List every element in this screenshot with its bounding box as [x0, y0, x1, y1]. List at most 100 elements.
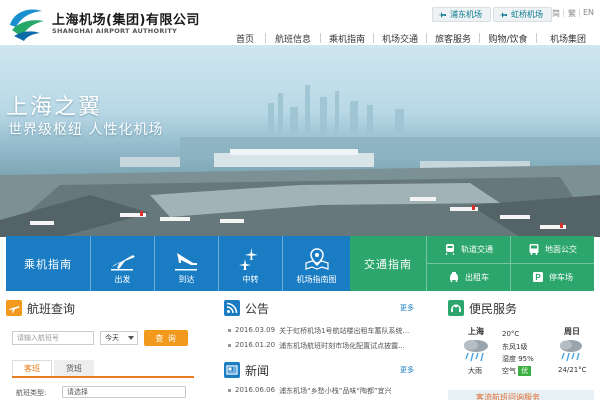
parking-icon: P	[533, 272, 543, 283]
notice-news-panel: 公告 更多 2016.03.09 关于虹桥机场1号航站楼出租车蓄队系统... 2…	[224, 298, 420, 400]
headset-icon	[448, 300, 464, 316]
news-header: 新闻 更多	[224, 360, 420, 380]
departure-label: 出发	[114, 275, 131, 284]
banner-title: 上海之翼	[6, 95, 103, 120]
list-item[interactable]: 2016.06.06 浦东机场“乡愁小栈”品味“陶都”宜兴	[228, 386, 392, 396]
rail-transit-link[interactable]: 轨道交通	[426, 236, 510, 264]
weather-temp: 20°C	[502, 330, 520, 338]
news-icon	[224, 362, 240, 378]
train-icon	[445, 244, 455, 256]
flight-day-value: 今天	[105, 334, 119, 342]
list-item[interactable]: 2016.03.09 关于虹桥机场1号航站楼出租车蓄队系统...	[228, 326, 409, 336]
tab-cargo-flight[interactable]: 货班	[54, 360, 94, 376]
banner-subtitle: 世界级枢纽 人性化机场	[8, 122, 164, 138]
parking-label: 停车场	[549, 272, 573, 282]
weather-air: 空气 优	[502, 366, 532, 376]
flight-day-select[interactable]: 今天	[100, 331, 138, 345]
flight-query-button[interactable]: 查 询	[144, 330, 188, 346]
transfer-planes-icon	[238, 247, 258, 270]
departure-link[interactable]: 出发	[90, 236, 154, 291]
bus-icon	[529, 244, 539, 256]
nav-boarding-guide[interactable]: 乘机指南	[321, 30, 373, 46]
traffic-grid: 轨道交通 地面公交 出租车 P 停车场	[426, 236, 594, 291]
nav-home[interactable]: 首页	[225, 30, 265, 46]
news-text: 浦东机场“乡愁小栈”品味“陶都”宜兴	[279, 387, 392, 395]
flight-query-title: 航班查询	[27, 301, 76, 316]
nav-passenger-service[interactable]: 旅客服务	[427, 30, 479, 46]
rss-icon	[224, 300, 240, 316]
weather-city: 上海	[468, 327, 484, 336]
notice-text: 关于虹桥机场1号航站楼出租车蓄队系统...	[279, 327, 410, 335]
quick-links-bar: 乘机指南 出发 到达 中转 机场指南图 交通指南 轨道交通 地面公交 出租车 P…	[0, 236, 600, 291]
plane-icon	[438, 11, 446, 18]
heavy-rain-icon	[464, 340, 488, 362]
nav-shopping-dining[interactable]: 购物/饮食	[480, 30, 536, 46]
ground-bus-link[interactable]: 地面公交	[510, 236, 594, 264]
flight-query-panel: 航班查询 请输入航班号 今天 查 询 客班 货班 航班类型: 请选择	[6, 298, 206, 400]
news-date: 2016.06.06	[235, 386, 276, 394]
plane-icon	[499, 11, 507, 18]
arrival-plane-icon	[174, 253, 197, 271]
taxi-link[interactable]: 出租车	[426, 263, 510, 291]
traffic-guide-title[interactable]: 交通指南	[350, 236, 426, 291]
news-more-link[interactable]: 更多	[400, 365, 414, 375]
notice-text: 浦东机场航班时刻市场化配置试点披露...	[279, 342, 405, 350]
hongqiao-airport-link[interactable]: 虹桥机场	[493, 7, 552, 22]
taxi-label: 出租车	[465, 272, 489, 282]
flight-type-select[interactable]: 请选择	[62, 386, 186, 398]
boarding-guide-bar: 乘机指南 出发 到达 中转 机场指南图	[6, 236, 350, 291]
forecast-day: 周日	[564, 327, 580, 336]
notice-title: 公告	[245, 301, 270, 316]
rain-icon	[560, 340, 582, 362]
flight-number-input[interactable]: 请输入航班号	[12, 331, 94, 345]
rail-transit-label: 轨道交通	[461, 244, 493, 254]
convenience-service-panel: 便民服务 上海 大雨 20°C 东风1级 湿度 95% 空气 优 周日 24/2…	[448, 298, 594, 400]
company-name-en: SHANGHAI AIRPORT AUTHORITY	[52, 27, 178, 35]
lang-simplified-link[interactable]: 简	[552, 8, 560, 19]
lang-english-link[interactable]: EN	[583, 8, 594, 17]
map-pin-icon	[304, 248, 329, 270]
passenger-inquiry-link[interactable]: 客流航班问询服务	[448, 390, 594, 400]
nav-airport-traffic[interactable]: 机场交通	[374, 30, 426, 46]
weather-wind: 东风1级	[502, 343, 528, 351]
taxi-icon	[450, 272, 458, 283]
nav-airport-group[interactable]: 机场集团	[537, 30, 599, 46]
parking-link[interactable]: P 停车场	[510, 263, 594, 291]
transfer-link[interactable]: 中转	[218, 236, 282, 291]
list-item[interactable]: 2016.01.20 浦东机场航班时刻市场化配置试点披露...	[228, 341, 405, 351]
service-title: 便民服务	[469, 301, 518, 316]
transfer-label: 中转	[242, 275, 259, 284]
airport-switch: 浦东机场 虹桥机场	[432, 7, 552, 22]
lang-traditional-link[interactable]: 繁	[568, 8, 576, 19]
main-nav: 首页 航班信息 乘机指南 机场交通 旅客服务 购物/饮食 机场集团	[225, 30, 600, 46]
svg-text:P: P	[535, 273, 541, 282]
departure-plane-icon	[110, 255, 135, 271]
airport-map-label: 机场指南图	[296, 275, 337, 284]
pudong-airport-link[interactable]: 浦东机场	[432, 7, 491, 22]
arrival-link[interactable]: 到达	[154, 236, 218, 291]
weather-condition: 大雨	[468, 367, 482, 375]
service-header: 便民服务	[448, 298, 517, 318]
bullet-icon	[228, 344, 231, 347]
flight-query-header: 航班查询	[6, 298, 206, 318]
boarding-guide-title[interactable]: 乘机指南	[6, 236, 90, 291]
air-quality-label: 空气	[502, 367, 516, 375]
traffic-guide-bar: 交通指南 轨道交通 地面公交 出租车 P 停车场	[350, 236, 594, 291]
arrival-label: 到达	[178, 275, 195, 284]
notice-date: 2016.03.09	[235, 326, 276, 334]
hero-banner[interactable]: 上海之翼 世界级枢纽 人性化机场	[0, 45, 600, 237]
notice-more-link[interactable]: 更多	[400, 303, 414, 313]
airport-map-link[interactable]: 机场指南图	[282, 236, 350, 291]
lang-divider: |	[578, 8, 581, 17]
sa-logo-icon[interactable]	[6, 3, 46, 43]
tab-passenger-flight[interactable]: 客班	[12, 360, 52, 376]
flight-type-tabs: 客班 货班	[12, 360, 194, 378]
nav-flight-info[interactable]: 航班信息	[266, 30, 320, 46]
airport-aerial-photo	[0, 85, 600, 237]
bullet-icon	[228, 389, 231, 392]
notice-date: 2016.01.20	[235, 341, 276, 349]
pudong-airport-label: 浦东机场	[450, 10, 482, 19]
weather-humidity: 湿度 95%	[502, 355, 534, 363]
ground-bus-label: 地面公交	[545, 244, 577, 254]
air-quality-badge: 优	[518, 366, 532, 376]
